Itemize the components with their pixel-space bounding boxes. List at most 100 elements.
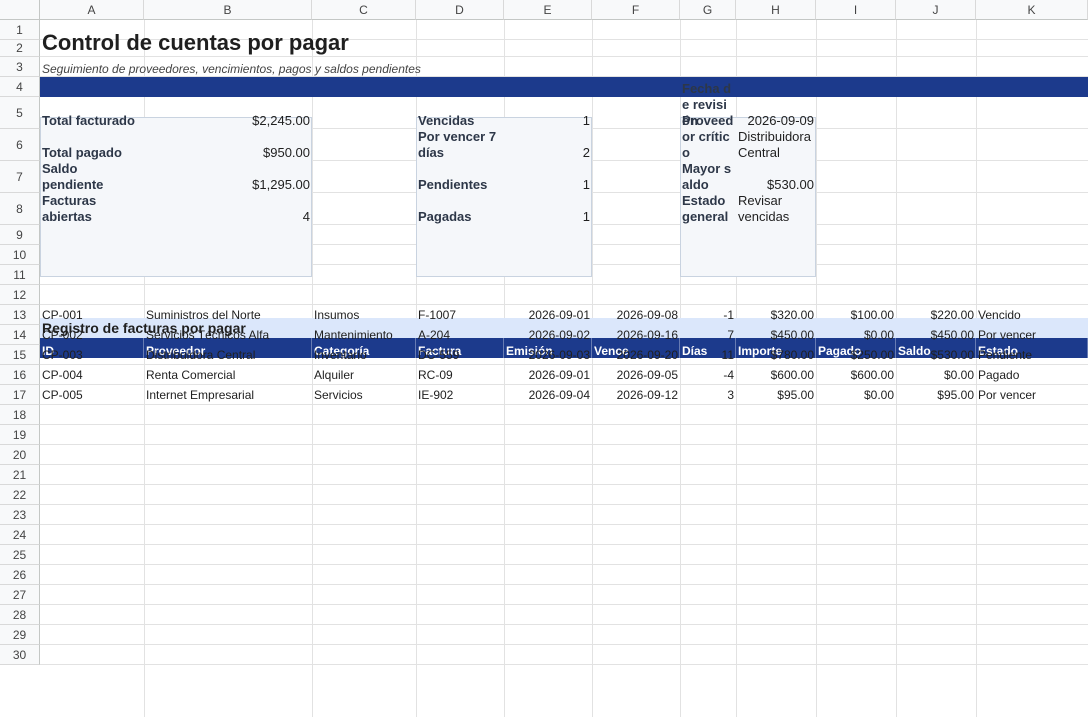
table-cell[interactable]: CP-005 [40, 385, 144, 405]
table-cell[interactable]: $95.00 [736, 385, 816, 405]
table-cell[interactable]: $100.00 [816, 305, 896, 325]
table-cell[interactable]: $600.00 [816, 365, 896, 385]
row-header-21[interactable]: 21 [0, 465, 40, 485]
table-cell[interactable]: $0.00 [896, 365, 976, 385]
row-header-1[interactable]: 1 [0, 20, 40, 40]
table-cell[interactable]: 2026-09-12 [592, 385, 680, 405]
row-header-27[interactable]: 27 [0, 585, 40, 605]
table-cell[interactable]: Insumos [312, 305, 416, 325]
row-header-19[interactable]: 19 [0, 425, 40, 445]
table-cell[interactable]: Internet Empresarial [144, 385, 312, 405]
table-cell[interactable]: Por vencer [976, 325, 1088, 345]
table-cell[interactable]: 2026-09-20 [592, 345, 680, 365]
table-cell[interactable]: 2026-09-05 [592, 365, 680, 385]
card-label: Estado general [682, 193, 729, 224]
table-cell[interactable]: $450.00 [736, 325, 816, 345]
table-cell[interactable]: Alquiler [312, 365, 416, 385]
row-header-3[interactable]: 3 [0, 57, 40, 77]
row-header-7[interactable]: 7 [0, 161, 40, 193]
row-header-12[interactable]: 12 [0, 285, 40, 305]
select-all-corner[interactable] [0, 0, 40, 20]
row-header-15[interactable]: 15 [0, 345, 40, 365]
table-cell[interactable]: Vencido [976, 305, 1088, 325]
table-cell[interactable]: F-1007 [416, 305, 504, 325]
table-cell[interactable]: Servicios Técnicos Alfa [144, 325, 312, 345]
table-cell[interactable]: $450.00 [896, 325, 976, 345]
table-cell[interactable]: $0.00 [816, 325, 896, 345]
table-cell[interactable]: $95.00 [896, 385, 976, 405]
row-header-11[interactable]: 11 [0, 265, 40, 285]
table-cell[interactable]: 2026-09-01 [504, 305, 592, 325]
table-cell[interactable]: IE-902 [416, 385, 504, 405]
table-cell[interactable]: $530.00 [896, 345, 976, 365]
table-cell[interactable]: $780.00 [736, 345, 816, 365]
table-cell[interactable]: Pendiente [976, 345, 1088, 365]
table-cell[interactable]: A-204 [416, 325, 504, 345]
row-header-26[interactable]: 26 [0, 565, 40, 585]
row-header-17[interactable]: 17 [0, 385, 40, 405]
table-cell[interactable]: 2026-09-02 [504, 325, 592, 345]
column-header-d[interactable]: D [416, 0, 504, 20]
row-header-29[interactable]: 29 [0, 625, 40, 645]
row-header-13[interactable]: 13 [0, 305, 40, 325]
table-cell[interactable]: CP-002 [40, 325, 144, 345]
table-cell[interactable]: Por vencer [976, 385, 1088, 405]
table-cell[interactable]: $250.00 [816, 345, 896, 365]
column-header-a[interactable]: A [40, 0, 144, 20]
row-header-5[interactable]: 5 [0, 97, 40, 129]
table-cell[interactable]: CP-004 [40, 365, 144, 385]
table-cell[interactable]: DC-559 [416, 345, 504, 365]
row-header-4[interactable]: 4 [0, 77, 40, 97]
row-header-22[interactable]: 22 [0, 485, 40, 505]
table-cell[interactable]: Mantenimiento [312, 325, 416, 345]
column-header-b[interactable]: B [144, 0, 312, 20]
table-cell[interactable]: CP-001 [40, 305, 144, 325]
column-header-f[interactable]: F [592, 0, 680, 20]
column-header-h[interactable]: H [736, 0, 816, 20]
table-cell[interactable]: 2026-09-04 [504, 385, 592, 405]
table-cell[interactable]: Renta Comercial [144, 365, 312, 385]
column-header-g[interactable]: G [680, 0, 736, 20]
table-cell[interactable]: $600.00 [736, 365, 816, 385]
column-header-c[interactable]: C [312, 0, 416, 20]
table-cell[interactable]: 11 [680, 345, 736, 365]
row-header-2[interactable]: 2 [0, 40, 40, 57]
table-cell[interactable]: 2026-09-16 [592, 325, 680, 345]
table-cell[interactable]: Pagado [976, 365, 1088, 385]
table-cell[interactable]: Inventario [312, 345, 416, 365]
row-header-24[interactable]: 24 [0, 525, 40, 545]
row-header-20[interactable]: 20 [0, 445, 40, 465]
table-cell[interactable]: CP-003 [40, 345, 144, 365]
table-cell[interactable]: Distribuidora Central [144, 345, 312, 365]
row-header-6[interactable]: 6 [0, 129, 40, 161]
row-header-23[interactable]: 23 [0, 505, 40, 525]
table-cell[interactable]: RC-09 [416, 365, 504, 385]
table-cell[interactable]: -4 [680, 365, 736, 385]
row-header-14[interactable]: 14 [0, 325, 40, 345]
column-header-j[interactable]: J [896, 0, 976, 20]
table-cell[interactable]: $220.00 [896, 305, 976, 325]
table-cell[interactable]: Servicios [312, 385, 416, 405]
gridline-horizontal [40, 624, 1088, 625]
table-cell[interactable]: 7 [680, 325, 736, 345]
table-cell[interactable]: $320.00 [736, 305, 816, 325]
column-header-e[interactable]: E [504, 0, 592, 20]
table-cell[interactable]: -1 [680, 305, 736, 325]
row-header-18[interactable]: 18 [0, 405, 40, 425]
table-cell[interactable]: 2026-09-01 [504, 365, 592, 385]
row-header-16[interactable]: 16 [0, 365, 40, 385]
card-value: 4 [302, 209, 310, 224]
column-header-k[interactable]: K [976, 0, 1088, 20]
table-cell[interactable]: $0.00 [816, 385, 896, 405]
table-cell[interactable]: 2026-09-08 [592, 305, 680, 325]
table-cell[interactable]: 2026-09-03 [504, 345, 592, 365]
table-cell[interactable]: Suministros del Norte [144, 305, 312, 325]
row-header-9[interactable]: 9 [0, 225, 40, 245]
column-header-i[interactable]: I [816, 0, 896, 20]
row-header-10[interactable]: 10 [0, 245, 40, 265]
row-header-8[interactable]: 8 [0, 193, 40, 225]
row-header-25[interactable]: 25 [0, 545, 40, 565]
row-header-30[interactable]: 30 [0, 645, 40, 665]
row-header-28[interactable]: 28 [0, 605, 40, 625]
table-cell[interactable]: 3 [680, 385, 736, 405]
